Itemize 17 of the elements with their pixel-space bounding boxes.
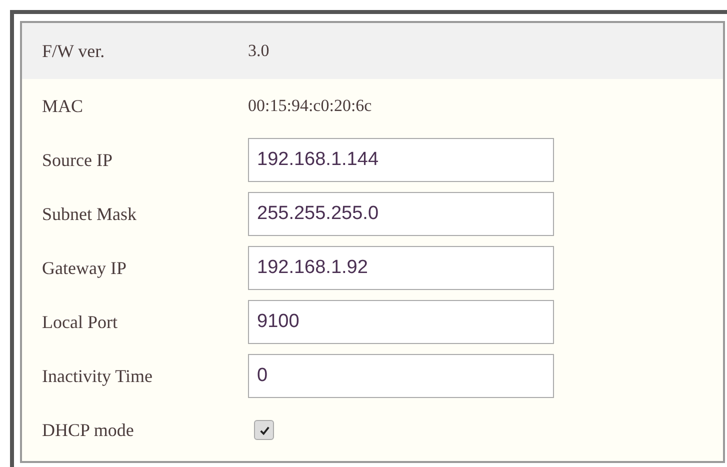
input-field[interactable]: 192.168.1.144 <box>248 138 554 182</box>
field-label: F/W ver. <box>42 40 106 62</box>
field-label: Source IP <box>42 150 114 170</box>
field-label: DHCP mode <box>42 420 135 440</box>
checkbox[interactable] <box>254 420 274 440</box>
field-label: Local Port <box>42 312 118 332</box>
field-value: 00:15:94:c0:20:6c <box>248 96 372 116</box>
check-icon <box>258 424 270 436</box>
input-field[interactable]: 9100 <box>248 300 554 344</box>
field-label: Gateway IP <box>42 258 128 278</box>
field-value: 3.0 <box>248 41 270 61</box>
field-label: Subnet Mask <box>42 204 138 224</box>
field-label: MAC <box>42 96 84 116</box>
input-field[interactable]: 192.168.1.92 <box>248 246 554 290</box>
input-field[interactable]: 0 <box>248 354 554 398</box>
field-label: Inactivity Time <box>42 366 154 386</box>
input-field[interactable]: 255.255.255.0 <box>248 192 554 236</box>
